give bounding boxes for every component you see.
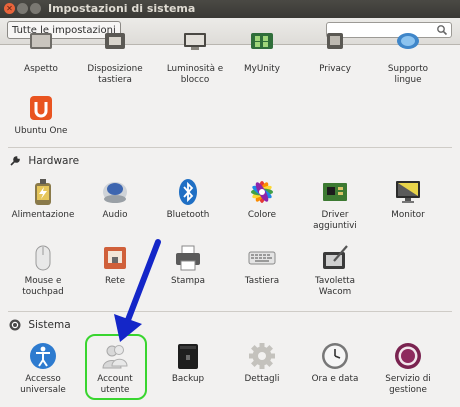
item-keyboard-layout[interactable]: Disposizione tastiera	[82, 31, 148, 86]
backup-icon	[178, 344, 198, 369]
item-power[interactable]: Alimentazione	[10, 177, 76, 221]
annotation-arrow-icon	[114, 239, 161, 342]
item-bluetooth[interactable]: Bluetooth	[155, 177, 221, 221]
settings-content: Aspetto Disposizione tastiera Luminosità…	[0, 33, 460, 407]
keyboard-layout-icon	[105, 33, 125, 49]
section-separator	[8, 147, 452, 148]
item-language-support[interactable]: Supporto lingue	[375, 31, 441, 86]
item-myunity[interactable]: MyUnity	[229, 31, 295, 75]
wrench-icon	[10, 156, 20, 166]
privacy-icon	[327, 33, 343, 49]
appearance-icon	[30, 33, 52, 49]
clock-icon	[322, 343, 348, 369]
item-additional-drivers[interactable]: Driver aggiuntivi	[302, 177, 368, 232]
mouse-icon	[35, 245, 51, 271]
item-color[interactable]: Colore	[229, 177, 295, 221]
item-privacy[interactable]: Privacy	[302, 31, 368, 75]
section-hardware-header: Hardware	[9, 155, 79, 167]
item-appearance[interactable]: Aspetto	[8, 31, 74, 75]
ubuntu-one-icon	[30, 96, 52, 120]
maximize-window-button[interactable]	[30, 3, 41, 14]
item-keyboard[interactable]: Tastiera	[229, 243, 295, 287]
monitor-icon	[396, 181, 420, 203]
section-system-header: Sistema	[9, 319, 71, 331]
item-brightness-lock[interactable]: Luminosità e blocco	[162, 31, 228, 86]
ubuntu-logo-icon	[9, 319, 21, 331]
management-service-icon	[395, 343, 421, 369]
item-management-service[interactable]: Servizio di gestione	[375, 341, 441, 396]
color-icon	[251, 181, 273, 203]
power-icon	[35, 179, 51, 205]
close-window-button[interactable]: ✕	[4, 3, 15, 14]
title-bar: ✕ Impostazioni di sistema	[0, 0, 460, 18]
myunity-icon	[251, 33, 273, 49]
item-time-date[interactable]: Ora e data	[302, 341, 368, 385]
item-audio[interactable]: Audio	[82, 177, 148, 221]
item-universal-access[interactable]: Accesso universale	[10, 341, 76, 396]
settings-window: ✕ Impostazioni di sistema Tutte le impos…	[0, 0, 460, 407]
item-ubuntu-one[interactable]: Ubuntu One	[8, 93, 74, 137]
minimize-window-button[interactable]	[17, 3, 28, 14]
section-separator	[8, 311, 452, 312]
item-wacom-tablet[interactable]: Tavoletta Wacom	[302, 243, 368, 298]
brightness-lock-icon	[184, 33, 206, 50]
additional-drivers-icon	[323, 183, 347, 201]
window-title: Impostazioni di sistema	[48, 2, 196, 15]
details-gear-icon	[249, 343, 275, 369]
audio-icon	[103, 182, 127, 203]
universal-access-icon	[30, 343, 56, 369]
item-details[interactable]: Dettagli	[229, 341, 295, 385]
bluetooth-icon	[179, 179, 197, 205]
item-mouse-touchpad[interactable]: Mouse e touchpad	[10, 243, 76, 298]
wacom-tablet-icon	[323, 245, 348, 269]
printer-icon	[176, 245, 200, 271]
item-monitor[interactable]: Monitor	[375, 177, 441, 221]
language-support-icon	[397, 33, 419, 49]
keyboard-icon	[248, 251, 276, 265]
